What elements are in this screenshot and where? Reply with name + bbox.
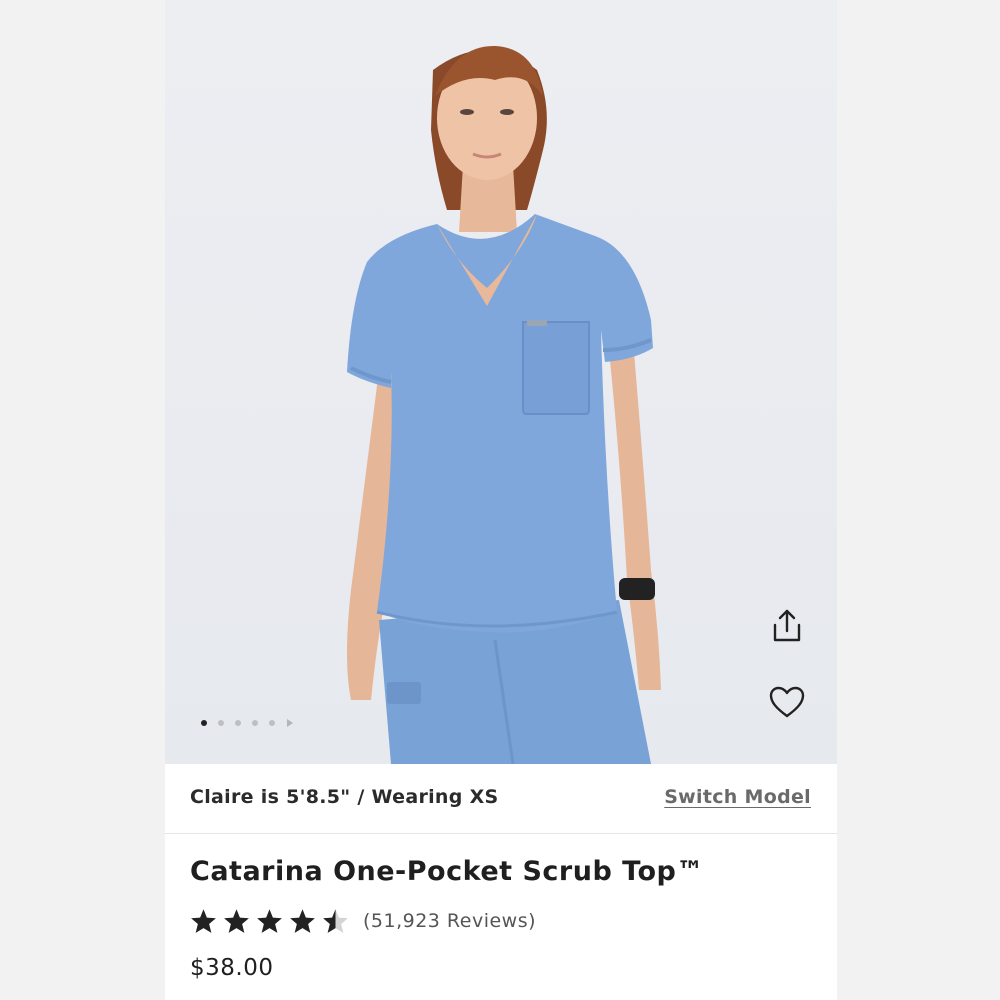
star-icon bbox=[191, 909, 216, 933]
product-price: $38.00 bbox=[190, 955, 274, 981]
product-photo bbox=[347, 45, 661, 764]
gallery-next-arrow-icon[interactable] bbox=[287, 719, 293, 727]
model-info-bar: Claire is 5'8.5" / Wearing XS Switch Mod… bbox=[165, 764, 837, 834]
product-rating[interactable]: (51,923 Reviews) bbox=[190, 908, 536, 934]
gallery-dot[interactable] bbox=[201, 720, 207, 726]
star-icon bbox=[290, 909, 315, 933]
gallery-pagination[interactable] bbox=[201, 716, 293, 730]
gallery-dot[interactable] bbox=[252, 720, 258, 726]
favorite-button[interactable] bbox=[765, 680, 809, 724]
product-title: Catarina One-Pocket Scrub Top™ bbox=[190, 856, 704, 887]
heart-icon bbox=[769, 686, 805, 718]
half-star-icon bbox=[323, 909, 348, 933]
reviews-count-link[interactable]: (51,923 Reviews) bbox=[363, 910, 536, 932]
star-icon bbox=[257, 909, 282, 933]
switch-model-link[interactable]: Switch Model bbox=[664, 786, 811, 808]
gallery-dot[interactable] bbox=[269, 720, 275, 726]
star-icon bbox=[224, 909, 249, 933]
product-image-gallery[interactable] bbox=[165, 0, 837, 764]
share-button[interactable] bbox=[765, 604, 809, 648]
model-size-text: Claire is 5'8.5" / Wearing XS bbox=[190, 786, 499, 808]
gallery-dot[interactable] bbox=[235, 720, 241, 726]
share-icon bbox=[773, 609, 801, 642]
star-rating bbox=[190, 908, 349, 934]
gallery-dot[interactable] bbox=[218, 720, 224, 726]
product-page: Claire is 5'8.5" / Wearing XS Switch Mod… bbox=[165, 0, 837, 1000]
